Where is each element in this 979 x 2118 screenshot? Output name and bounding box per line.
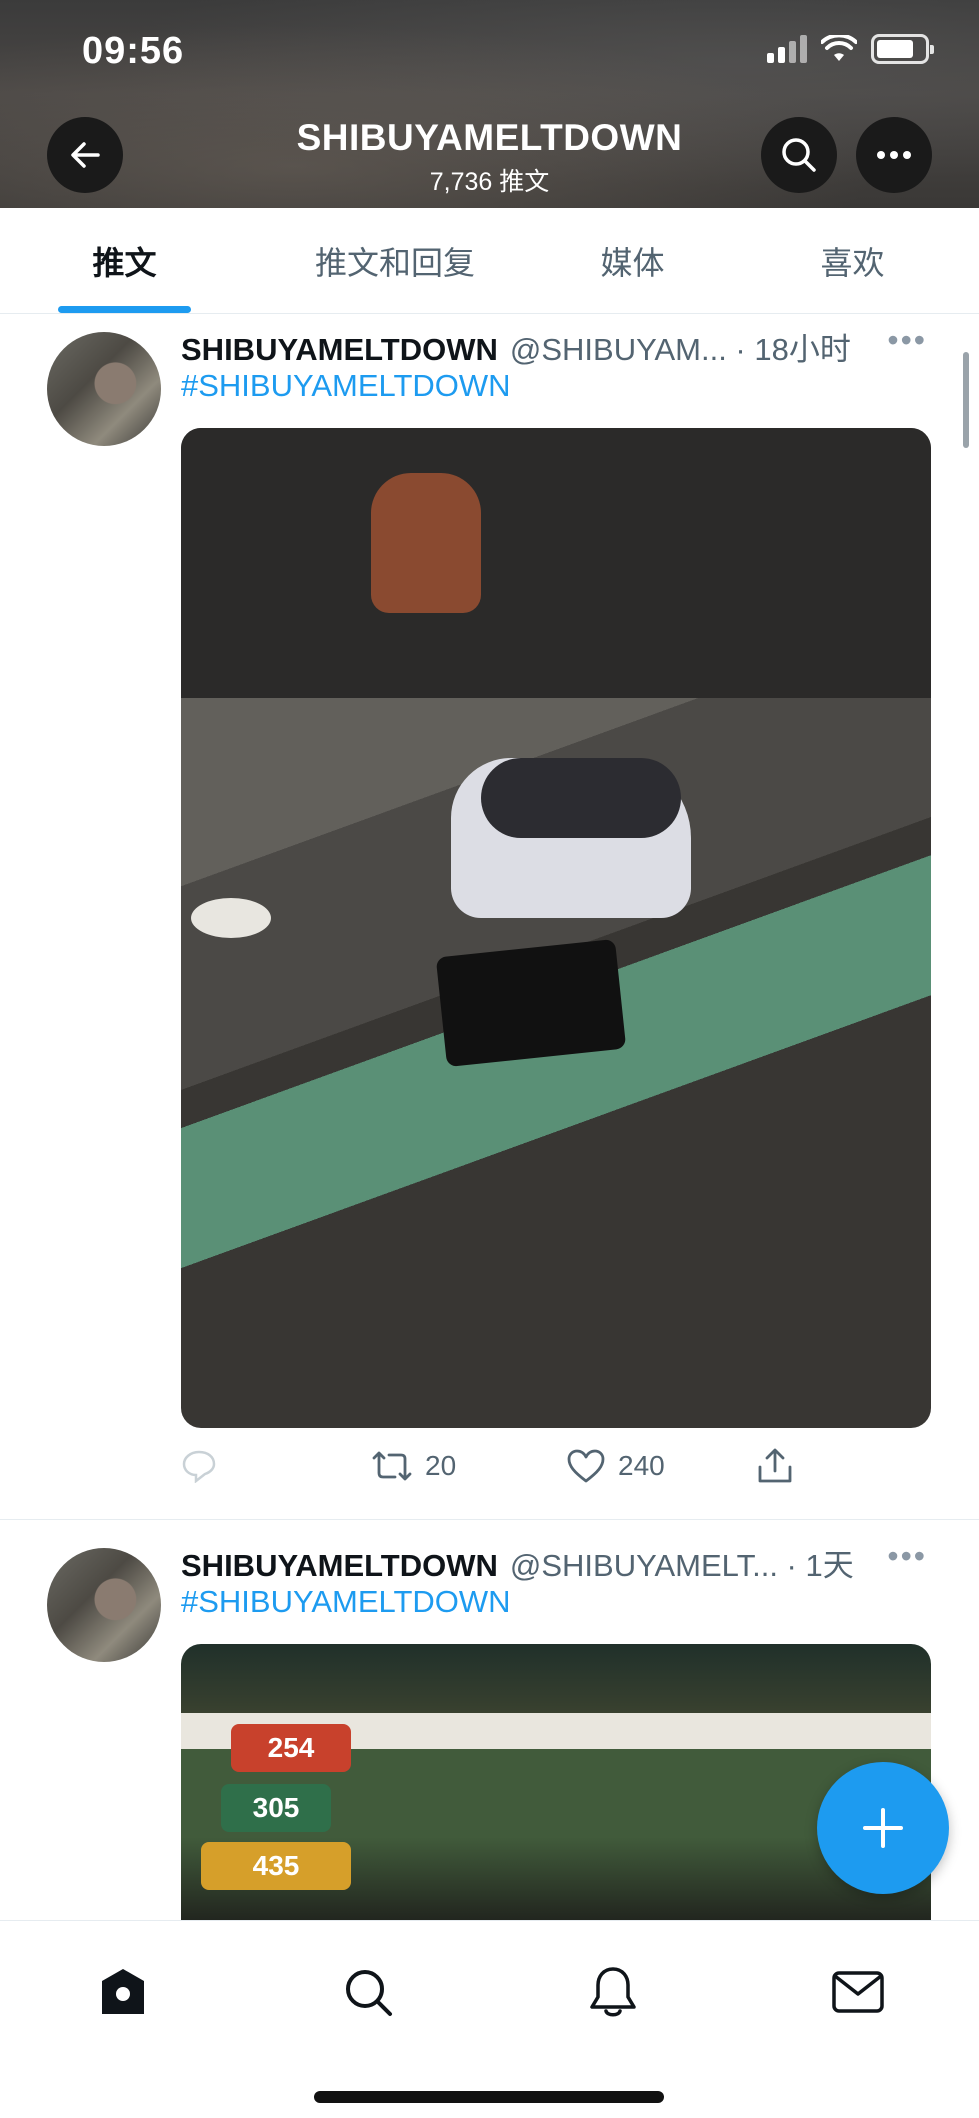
share-icon [758,1448,792,1483]
bottom-navigation [0,1920,979,2118]
like-button[interactable]: 240 [566,1436,665,1496]
tweet-photo[interactable]: 254 305 435 [181,1644,931,1920]
search-icon [782,138,816,172]
tweet-photo[interactable] [181,428,931,1428]
author-name[interactable]: SHIBUYAMELTDOWN [181,332,498,368]
nav-home[interactable] [88,1957,158,2027]
author-handle-time: @SHIBUYAMELT... · 1天 [509,1548,854,1583]
nav-explore[interactable] [333,1957,403,2027]
more-options-button[interactable] [856,117,932,193]
tweet-header: SHIBUYAMELTDOWN @SHIBUYAMELT... · 1天 [181,1540,854,1583]
nav-notifications[interactable] [578,1957,648,2027]
author-handle-time: @SHIBUYAM... · 18小时 [509,332,851,367]
tab-tweets-replies[interactable]: 推文和回复 [290,208,500,314]
messages-icon [832,1971,884,2013]
hashtag-link[interactable]: #SHIBUYAMELTDOWN [181,1584,511,1620]
home-icon [102,1969,144,2014]
road-sign: 254 [231,1724,351,1772]
search-button[interactable] [761,117,837,193]
retweet-button[interactable]: 20 [371,1436,456,1496]
explore-icon [346,1970,392,2016]
tweet-item[interactable]: SHIBUYAMELTDOWN @SHIBUYAM... · 18小时 ••• … [0,314,979,1520]
road-sign: 305 [221,1784,331,1832]
road-sign: 435 [201,1842,351,1890]
profile-header: 09:56 SHIBUYAMELTDOWN 7,736 推文 [0,0,979,208]
cellular-signal-icon [767,35,807,63]
tweet-actions: 20 240 [181,1436,931,1496]
tab-likes[interactable]: 喜欢 [800,208,905,314]
reply-button[interactable] [181,1436,217,1496]
tweet-more-button[interactable]: ••• [887,322,927,359]
more-icon [877,151,911,159]
tweet-more-button[interactable]: ••• [887,1538,927,1575]
tweet-header: SHIBUYAMELTDOWN @SHIBUYAM... · 18小时 [181,324,851,367]
notifications-icon [590,1967,636,2017]
battery-icon [871,34,934,64]
retweet-count: 20 [425,1450,457,1481]
wifi-icon [821,35,857,61]
home-indicator[interactable] [314,2091,664,2103]
avatar[interactable] [47,332,161,446]
reply-icon [182,1450,216,1483]
like-icon [567,1449,605,1483]
status-time: 09:56 [82,30,185,72]
share-button[interactable] [756,1436,794,1496]
hashtag-link[interactable]: #SHIBUYAMELTDOWN [181,368,511,404]
author-name[interactable]: SHIBUYAMELTDOWN [181,1548,498,1584]
active-tab-indicator [58,306,191,313]
tab-media[interactable]: 媒体 [580,208,685,314]
tab-tweets[interactable]: 推文 [58,208,191,314]
avatar[interactable] [47,1548,161,1662]
compose-plus-icon [863,1808,903,1848]
like-count: 240 [618,1450,665,1481]
nav-messages[interactable] [823,1957,893,2027]
compose-tweet-button[interactable] [817,1762,949,1894]
retweet-icon [372,1451,412,1481]
status-icons [767,34,934,64]
profile-tabs: 推文 推文和回复 媒体 喜欢 [0,208,979,314]
